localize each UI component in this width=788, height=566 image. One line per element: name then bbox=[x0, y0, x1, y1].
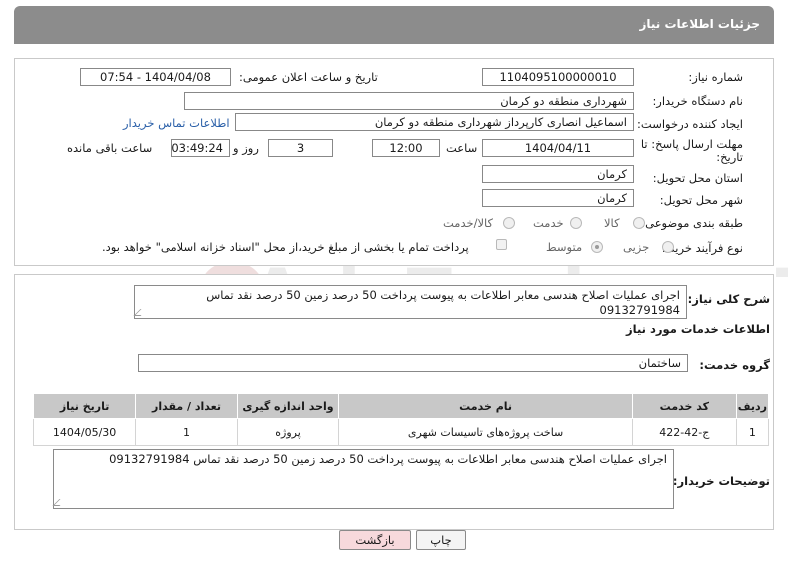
category-goods-label: کالا bbox=[604, 216, 620, 230]
category-goods-service-label: کالا/خدمت bbox=[443, 216, 494, 230]
col-header-row: ردیف bbox=[735, 393, 770, 419]
creator-field: اسماعیل انصاری کارپرداز شهرداری منطقه دو… bbox=[235, 113, 634, 131]
cell-service-code: ج-42-422 bbox=[631, 418, 737, 446]
category-label: طبقه بندی موضوعی: bbox=[641, 216, 743, 230]
general-description-label: شرح کلی نیاز: bbox=[687, 292, 770, 306]
purchase-radio-medium[interactable] bbox=[591, 241, 603, 253]
col-header-service-name: نام خدمت bbox=[338, 393, 633, 419]
buyer-org-field: شهرداری منطقه دو کرمان bbox=[184, 92, 634, 110]
remaining-time-label: ساعت باقی مانده bbox=[67, 141, 153, 155]
deadline-label-date: تاریخ: bbox=[716, 150, 743, 164]
deadline-label: مهلت ارسال پاسخ: تا bbox=[640, 137, 743, 151]
cell-service-name: ساخت پروژه‌های تاسیسات شهری bbox=[338, 418, 633, 446]
services-section-title: اطلاعات خدمات مورد نیاز bbox=[626, 322, 770, 336]
resize-grip-icon[interactable] bbox=[133, 309, 148, 316]
announce-date-field: 1404/04/08 - 07:54 bbox=[80, 68, 231, 86]
purchase-radio-minor[interactable] bbox=[662, 241, 674, 253]
buyer-contact-link[interactable]: اطلاعات تماس خریدار bbox=[123, 116, 230, 130]
creator-label: ایجاد کننده درخواست: bbox=[637, 117, 743, 131]
cell-need-date: 1404/05/30 bbox=[32, 418, 137, 446]
deadline-date-field: 1404/04/11 bbox=[482, 139, 634, 157]
province-label: استان محل تحویل: bbox=[652, 171, 743, 185]
need-number-label: شماره نیاز: bbox=[688, 70, 743, 84]
buyer-notes-value: اجرای عملیات اصلاح هندسی معابر اطلاعات ب… bbox=[109, 452, 667, 466]
col-header-need-date: تاریخ نیاز bbox=[32, 393, 137, 419]
buyer-notes-label: توضیحات خریدار: bbox=[672, 474, 770, 488]
page-title: جزئیات اطلاعات نیاز bbox=[639, 17, 760, 31]
col-header-unit: واحد اندازه گیری bbox=[236, 393, 340, 419]
city-label: شهر محل تحویل: bbox=[659, 193, 743, 207]
need-details-panel bbox=[14, 58, 774, 266]
print-button[interactable]: چاپ bbox=[416, 530, 466, 550]
deadline-time-label: ساعت bbox=[446, 141, 478, 155]
purchase-minor-label: جزیی bbox=[623, 240, 650, 254]
col-header-code: کد خدمت bbox=[631, 393, 737, 419]
services-table: ردیف کد خدمت نام خدمت واحد اندازه گیری ت… bbox=[32, 393, 770, 446]
services-table-header: ردیف کد خدمت نام خدمت واحد اندازه گیری ت… bbox=[32, 393, 770, 419]
category-radio-service[interactable] bbox=[570, 217, 582, 229]
cell-unit: پروژه bbox=[236, 418, 340, 446]
resize-grip-icon[interactable] bbox=[52, 499, 67, 506]
buyer-org-label: نام دستگاه خریدار: bbox=[652, 94, 743, 108]
treasury-payment-note: پرداخت تمام یا بخشی از مبلغ خرید،از محل … bbox=[102, 240, 469, 254]
service-group-label: گروه خدمت: bbox=[699, 358, 770, 372]
table-row: 1 ج-42-422 ساخت پروژه‌های تاسیسات شهری پ… bbox=[32, 418, 770, 446]
category-service-label: خدمت bbox=[533, 216, 564, 230]
deadline-time-field: 12:00 bbox=[372, 139, 440, 157]
buyer-notes-text: اجرای عملیات اصلاح هندسی معابر اطلاعات ب… bbox=[52, 449, 674, 509]
page-header: جزئیات اطلاعات نیاز bbox=[14, 6, 774, 44]
need-number-field: 1104095100000010 bbox=[482, 68, 634, 86]
category-radio-goods-service[interactable] bbox=[503, 217, 515, 229]
remaining-days-field: 3 bbox=[268, 139, 333, 157]
back-button[interactable]: بازگشت bbox=[339, 530, 411, 550]
col-header-quantity: تعداد / مقدار bbox=[135, 393, 238, 419]
treasury-payment-checkbox[interactable] bbox=[496, 239, 507, 250]
remaining-time-field: 03:49:24 bbox=[171, 139, 230, 157]
city-field: کرمان bbox=[482, 189, 634, 207]
purchase-medium-label: متوسط bbox=[546, 240, 583, 254]
service-group-field: ساختمان bbox=[138, 354, 688, 372]
remaining-days-label: روز و bbox=[233, 141, 259, 155]
cell-quantity: 1 bbox=[135, 418, 238, 446]
province-field: کرمان bbox=[482, 165, 634, 183]
cell-row-number: 1 bbox=[735, 418, 770, 446]
category-radio-goods[interactable] bbox=[633, 217, 645, 229]
general-description-text: اجرای عملیات اصلاح هندسی معابر اطلاعات ب… bbox=[133, 285, 687, 319]
general-description-value: اجرای عملیات اصلاح هندسی معابر اطلاعات ب… bbox=[206, 288, 680, 317]
announce-date-label: تاریخ و ساعت اعلان عمومی: bbox=[239, 70, 378, 84]
